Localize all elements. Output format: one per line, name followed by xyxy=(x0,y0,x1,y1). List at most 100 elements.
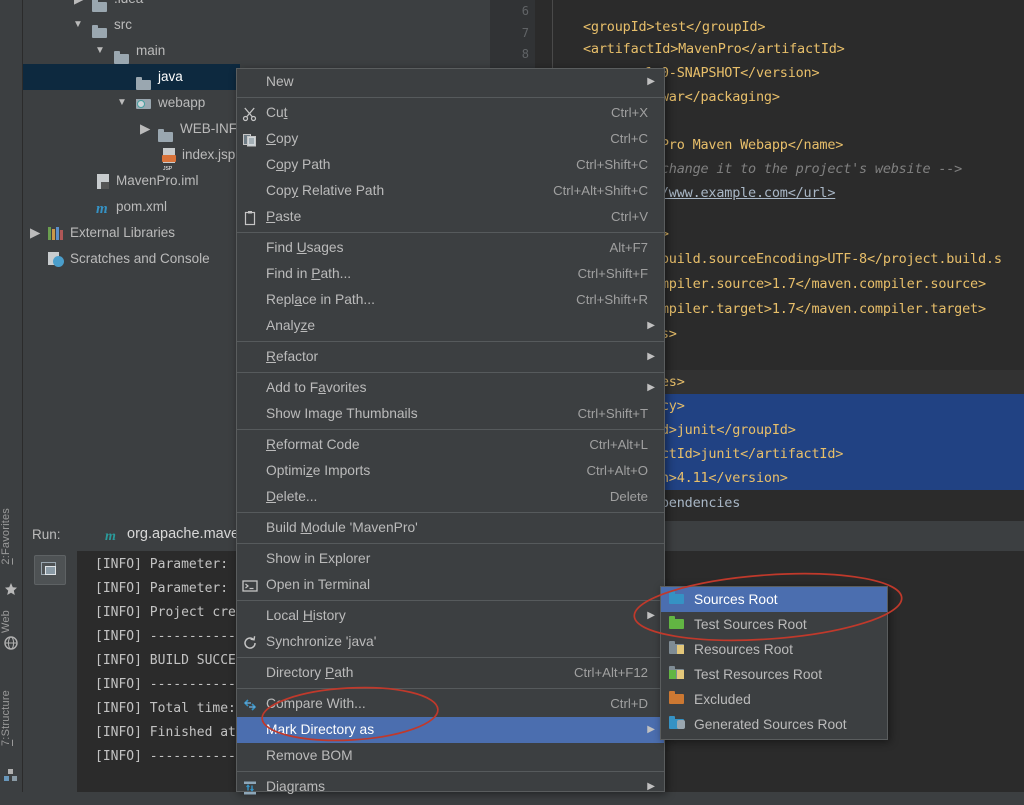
menu-item-cut[interactable]: Cut Ctrl+X xyxy=(237,100,664,126)
menu-separator xyxy=(237,771,664,772)
menu-item-shortcut: Ctrl+Alt+L xyxy=(589,437,648,452)
submenu-item-generated-sources-root[interactable]: Generated Sources Root xyxy=(661,712,887,737)
submenu-item-sources-root[interactable]: Sources Root xyxy=(661,587,887,612)
tree-item-mavenpro-iml[interactable]: MavenPro.iml xyxy=(22,168,240,194)
submenu-item-label: Generated Sources Root xyxy=(694,717,847,732)
menu-item-synchronize[interactable]: Synchronize 'java' xyxy=(237,629,664,655)
tree-item-main[interactable]: ▼ main xyxy=(22,38,240,64)
menu-item-find-in-path[interactable]: Find in Path... Ctrl+Shift+F xyxy=(237,261,664,287)
line-number: 7 xyxy=(521,26,529,40)
submenu-item-test-sources-root[interactable]: Test Sources Root xyxy=(661,612,887,637)
context-menu[interactable]: New ▶ Cut Ctrl+X Copy Ctrl+C Copy Path C… xyxy=(236,68,665,795)
folder-orange-icon xyxy=(669,691,685,706)
tree-item-label: pom.xml xyxy=(116,199,168,214)
code-line: ion>4.11</version> xyxy=(645,470,788,486)
menu-item-delete[interactable]: Delete... Delete xyxy=(237,484,664,510)
menu-item-label: Diagrams xyxy=(266,779,326,794)
diagrams-icon xyxy=(242,779,258,795)
tree-item-index-jsp[interactable]: JSP index.jsp xyxy=(22,142,240,172)
menu-item-find-usages[interactable]: Find Usages Alt+F7 xyxy=(237,235,664,261)
folder-test-resources-icon xyxy=(669,666,685,681)
menu-item-new[interactable]: New ▶ xyxy=(237,69,664,95)
tree-item-scratches-and-console[interactable]: Scratches and Console xyxy=(22,246,240,272)
tree-item-label: .idea xyxy=(114,0,143,12)
submenu-item-excluded[interactable]: Excluded xyxy=(661,687,887,712)
code-line: pId>junit</groupId> xyxy=(645,422,796,438)
submenu-item-resources-root[interactable]: Resources Root xyxy=(661,637,887,662)
menu-item-show-in-explorer[interactable]: Show in Explorer xyxy=(237,546,664,572)
menu-item-build-module[interactable]: Build Module 'MavenPro' xyxy=(237,515,664,541)
show-console-button[interactable] xyxy=(34,555,66,585)
menu-item-label: Build Module 'MavenPro' xyxy=(266,520,418,535)
iml-file-icon xyxy=(96,174,110,189)
tree-item-pom-xml[interactable]: m pom.xml xyxy=(22,194,240,220)
expand-arrow-icon[interactable]: ▶ xyxy=(30,220,40,246)
collapse-arrow-icon[interactable]: ▼ xyxy=(95,38,105,64)
collapse-arrow-icon[interactable]: ▼ xyxy=(73,12,83,38)
chevron-right-icon: ▶ xyxy=(647,724,655,735)
tree-item-src[interactable]: ▼ src xyxy=(22,12,240,38)
menu-separator xyxy=(237,688,664,689)
menu-item-label: Mark Directory as xyxy=(266,722,375,737)
submenu-item-label: Sources Root xyxy=(694,592,778,607)
expand-arrow-icon[interactable]: ▶ xyxy=(74,0,84,12)
menu-item-label: Replace in Path... xyxy=(266,292,375,307)
scratches-icon xyxy=(48,252,64,267)
tree-item-web-inf[interactable]: ▶ WEB-INF xyxy=(22,116,240,142)
menu-item-reformat-code[interactable]: Reformat Code Ctrl+Alt+L xyxy=(237,432,664,458)
scissors-icon xyxy=(242,105,258,122)
tree-item-label: WEB-INF xyxy=(180,121,237,136)
menu-item-label: Copy xyxy=(266,131,299,146)
menu-item-open-in-terminal[interactable]: Open in Terminal xyxy=(237,572,664,598)
folder-icon xyxy=(136,77,151,90)
menu-item-label: Show in Explorer xyxy=(266,551,371,566)
menu-item-optimize-imports[interactable]: Optimize Imports Ctrl+Alt+O xyxy=(237,458,664,484)
tree-item-idea[interactable]: ▶ .idea xyxy=(22,0,240,12)
menu-item-compare-with[interactable]: Compare With... Ctrl+D xyxy=(237,691,664,717)
tree-item-java[interactable]: java xyxy=(22,64,240,90)
folder-generated-icon xyxy=(669,716,685,731)
tree-item-label: src xyxy=(114,17,132,32)
sidebar-item-favorites[interactable]: 2:Favorites xyxy=(0,508,22,565)
tree-item-external-libraries[interactable]: ▶ External Libraries xyxy=(22,220,240,246)
run-label: Run: xyxy=(32,527,61,542)
sidebar-item-structure[interactable]: 7:Structure xyxy=(0,690,22,746)
menu-item-analyze[interactable]: Analyze ▶ xyxy=(237,313,664,339)
line-number: 8 xyxy=(521,47,529,61)
tree-item-webapp[interactable]: ▼ webapp xyxy=(22,90,240,116)
webapp-folder-icon xyxy=(136,97,151,109)
menu-item-local-history[interactable]: Local History ▶ xyxy=(237,603,664,629)
console-line: [INFO] Project creat xyxy=(95,605,252,620)
menu-item-copy-path[interactable]: Copy Path Ctrl+Shift+C xyxy=(237,152,664,178)
menu-separator xyxy=(237,600,664,601)
menu-item-refactor[interactable]: Refactor ▶ xyxy=(237,344,664,370)
sidebar-item-web[interactable]: Web xyxy=(0,610,22,633)
code-line: <artifactId>MavenPro</artifactId> xyxy=(583,41,845,57)
submenu-item-test-resources-root[interactable]: Test Resources Root xyxy=(661,662,887,687)
menu-item-show-image-thumbnails[interactable]: Show Image Thumbnails Ctrl+Shift+T xyxy=(237,401,664,427)
console-line: [INFO] Finished at: xyxy=(95,725,244,740)
expand-arrow-icon[interactable]: ▶ xyxy=(140,116,150,142)
project-tree-panel[interactable]: ▶ .idea ▼ src ▼ main java ▼ webapp ▶ WEB… xyxy=(22,0,240,521)
collapse-arrow-icon[interactable]: ▼ xyxy=(117,90,127,116)
menu-item-remove-bom[interactable]: Remove BOM xyxy=(237,743,664,769)
menu-item-replace-in-path[interactable]: Replace in Path... Ctrl+Shift+R xyxy=(237,287,664,313)
menu-item-add-to-favorites[interactable]: Add to Favorites ▶ xyxy=(237,375,664,401)
mark-directory-as-submenu[interactable]: Sources Root Test Sources Root Resources… xyxy=(660,586,888,740)
menu-item-mark-directory-as[interactable]: Mark Directory as ▶ xyxy=(237,717,664,743)
menu-item-diagrams[interactable]: Diagrams ▶ xyxy=(237,774,664,800)
menu-separator xyxy=(237,372,664,373)
jsp-file-icon: JSP xyxy=(162,148,176,172)
menu-item-shortcut: Ctrl+Shift+F xyxy=(577,266,648,281)
console-line: [INFO] Parameter: gr xyxy=(95,557,252,572)
structure-icon xyxy=(4,768,18,782)
menu-item-label: Copy Path xyxy=(266,157,331,172)
menu-item-copy-relative-path[interactable]: Copy Relative Path Ctrl+Alt+Shift+C xyxy=(237,178,664,204)
code-line: t.build.sourceEncoding>UTF-8</project.bu… xyxy=(645,251,1002,267)
menu-item-label: Cut xyxy=(266,105,288,120)
menu-item-copy[interactable]: Copy Ctrl+C xyxy=(237,126,664,152)
menu-item-paste[interactable]: Paste Ctrl+V xyxy=(237,204,664,230)
menu-item-directory-path[interactable]: Directory Path Ctrl+Alt+F12 xyxy=(237,660,664,686)
menu-item-label: Find in Path... xyxy=(266,266,352,281)
folder-blue-icon xyxy=(669,591,685,606)
